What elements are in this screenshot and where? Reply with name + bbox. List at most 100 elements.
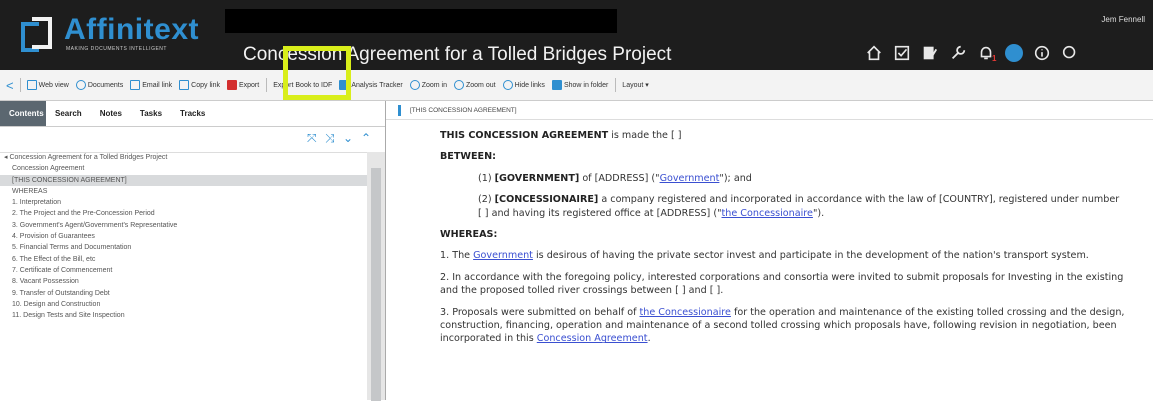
export-label: Export <box>238 81 260 89</box>
bell-icon[interactable]: 1 <box>972 42 1000 64</box>
recital-1: 1. The Government is desirous of having … <box>440 250 1089 262</box>
web-view-button[interactable]: Web view <box>26 80 69 90</box>
tree-item[interactable]: 8. Vacant Possession <box>0 276 367 287</box>
folder-icon <box>551 80 562 90</box>
government-link[interactable]: Government <box>473 250 533 261</box>
affinitext-logo[interactable]: Affinitext MAKING DOCUMENTS INTELLIGENT <box>18 14 199 58</box>
tab-notes[interactable]: Notes <box>91 101 131 126</box>
navigation-panel: Contents Search Notes Tasks Tracks ⤧ ⤨ ⌄… <box>0 101 385 401</box>
collapse-all-icon[interactable]: ⤨ <box>325 131 335 146</box>
toolbar-divider <box>615 78 617 92</box>
tree-item[interactable]: 1. Interpretation <box>0 197 367 208</box>
logo-mark-icon <box>18 14 62 58</box>
pdf-icon <box>226 80 237 90</box>
recital-3: 3. Proposals were submitted on behalf of… <box>440 306 1125 345</box>
zoom-in-button[interactable]: Zoom in <box>409 80 447 90</box>
eye-icon <box>502 80 513 90</box>
between-heading: BETWEEN: <box>440 151 496 163</box>
zoom-out-icon <box>454 80 464 90</box>
concessionaire-link[interactable]: the Concessionaire <box>640 307 731 318</box>
toolbar-divider <box>266 78 268 92</box>
logo-tagline: MAKING DOCUMENTS INTELLIGENT <box>66 46 167 52</box>
tree-item[interactable]: 5. Financial Terms and Documentation <box>0 242 367 253</box>
zoom-out-label: Zoom out <box>466 81 496 89</box>
scrollbar-thumb[interactable] <box>371 168 381 401</box>
tree-item-root[interactable]: ◂ Concession Agreement for a Tolled Brid… <box>0 152 367 163</box>
tree-item[interactable]: WHEREAS <box>0 186 367 197</box>
chevron-up-icon[interactable]: ⌃ <box>361 131 371 145</box>
show-in-folder-label: Show in folder <box>563 81 609 89</box>
intro-paragraph: THIS CONCESSION AGREEMENT is made the [ … <box>440 130 682 141</box>
hide-links-label: Hide links <box>514 81 545 89</box>
edit-icon[interactable] <box>916 42 944 64</box>
monitor-icon <box>26 80 37 90</box>
tab-search[interactable]: Search <box>46 101 91 126</box>
panel-tabs: Contents Search Notes Tasks Tracks <box>0 101 385 127</box>
user-name[interactable]: Jem Fennell <box>1101 15 1145 24</box>
document-body: THIS CONCESSION AGREEMENT is made the [ … <box>440 129 1125 346</box>
app-header: Affinitext MAKING DOCUMENTS INTELLIGENT … <box>0 0 1153 70</box>
wrench-icon[interactable] <box>944 42 972 64</box>
government-link[interactable]: Government <box>660 173 720 184</box>
tree-toolbar: ⤧ ⤨ ⌄ ⌃ <box>0 126 385 153</box>
email-link-label: Email link <box>142 81 173 89</box>
layout-dropdown[interactable]: Layout ▾ <box>622 81 648 89</box>
header-icons: 1 <box>860 42 1084 64</box>
logo-name: Affinitext <box>64 13 199 46</box>
expand-all-icon[interactable]: ⤧ <box>307 131 317 146</box>
hide-links-button[interactable]: Hide links <box>502 80 545 90</box>
tree-item[interactable]: 7. Certificate of Commencement <box>0 265 367 276</box>
party-1: (1) [GOVERNMENT] of [ADDRESS] ("Governme… <box>478 172 752 184</box>
tree-item-selected[interactable]: [THIS CONCESSION AGREEMENT] <box>0 174 367 186</box>
recital-2: 2. In accordance with the foregoing poli… <box>440 271 1124 297</box>
show-in-folder-button[interactable]: Show in folder <box>551 80 609 90</box>
zoom-in-label: Zoom in <box>421 81 447 89</box>
documents-icon <box>75 80 86 90</box>
tab-tracks[interactable]: Tracks <box>171 101 214 126</box>
home-icon[interactable] <box>860 42 888 64</box>
web-view-label: Web view <box>38 81 69 89</box>
tab-tasks[interactable]: Tasks <box>131 101 171 126</box>
contents-tree: ◂ Concession Agreement for a Tolled Brid… <box>0 152 367 400</box>
info-marker-icon <box>398 104 401 116</box>
email-icon <box>130 80 141 90</box>
zoom-in-icon <box>409 80 420 90</box>
concessionaire-link[interactable]: the Concessionaire <box>722 208 813 219</box>
search-icon[interactable] <box>1056 42 1084 64</box>
zoom-out-button[interactable]: Zoom out <box>454 80 496 90</box>
task-icon[interactable] <box>888 42 916 64</box>
back-arrow-icon[interactable]: < <box>6 78 14 93</box>
chat-icon[interactable] <box>1000 42 1028 64</box>
whereas-heading: WHEREAS: <box>440 229 498 241</box>
tree-scrollbar[interactable] <box>367 152 385 401</box>
info-icon[interactable] <box>1028 42 1056 64</box>
copy-link-label: Copy link <box>191 81 220 89</box>
copy-link-button[interactable]: Copy link <box>179 80 220 90</box>
tree-item[interactable]: 6. The Effect of the Bill, etc <box>0 254 367 265</box>
tree-item[interactable]: 3. Government's Agent/Government's Repre… <box>0 220 367 231</box>
tree-item[interactable]: 2. The Project and the Pre-Concession Pe… <box>0 208 367 219</box>
email-link-button[interactable]: Email link <box>130 80 172 90</box>
tree-item[interactable]: 4. Provision of Guarantees <box>0 231 367 242</box>
documents-label: Documents <box>87 81 124 89</box>
breadcrumb: [THIS CONCESSION AGREEMENT] <box>386 101 1153 120</box>
tree-item[interactable]: 11. Design Tests and Site Inspection <box>0 310 367 321</box>
concession-agreement-link[interactable]: Concession Agreement <box>537 333 648 344</box>
tab-contents[interactable]: Contents <box>0 101 46 126</box>
export-highlight-box <box>283 46 351 100</box>
layout-label: Layout ▾ <box>622 82 649 89</box>
tree-item[interactable]: Concession Agreement <box>0 163 367 174</box>
chevron-down-icon[interactable]: ⌄ <box>343 131 353 145</box>
tree-item[interactable]: 9. Transfer of Outstanding Debt <box>0 288 367 299</box>
party-2: (2) [CONCESSIONAIRE] a company registere… <box>478 194 1120 219</box>
redacted-block <box>225 9 617 33</box>
analysis-tracker-label: Analysis Tracker <box>351 81 403 89</box>
toolbar-divider <box>19 78 21 92</box>
tree-item[interactable]: 10. Design and Construction <box>0 299 367 310</box>
document-viewer: [THIS CONCESSION AGREEMENT] THIS CONCESS… <box>386 101 1153 400</box>
documents-button[interactable]: Documents <box>75 80 124 90</box>
notification-count: 1 <box>992 54 997 63</box>
document-toolbar: < Web view Documents Email link Copy lin… <box>0 70 1153 101</box>
export-button[interactable]: Export <box>226 80 260 90</box>
breadcrumb-text: [THIS CONCESSION AGREEMENT] <box>410 106 517 114</box>
